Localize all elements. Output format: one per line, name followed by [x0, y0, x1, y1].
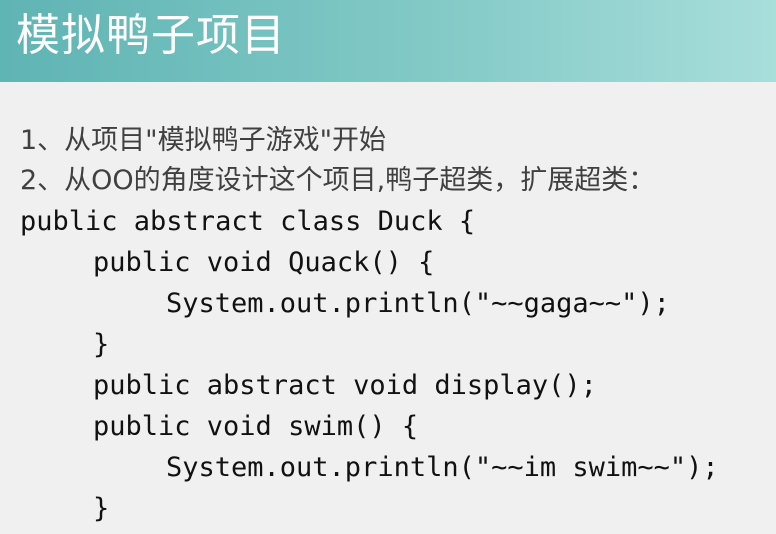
code-line: } [93, 493, 110, 524]
bullet-item: 1、从项目"模拟鸭子游戏"开始 [20, 125, 387, 156]
code-line: public void swim() { [93, 411, 419, 442]
code-block: public abstract class Duck { public void… [20, 201, 719, 529]
slide-title: 模拟鸭子项目 [16, 10, 286, 61]
code-line: public abstract class Duck { [20, 206, 476, 237]
slide: 模拟鸭子项目 1、从项目"模拟鸭子游戏"开始 2、从OO的角度设计这个项目,鸭子… [0, 0, 776, 534]
code-line: public abstract void display(); [93, 370, 597, 401]
bullet-item: 2、从OO的角度设计这个项目,鸭子超类，扩展超类： [20, 165, 656, 196]
code-line: } [93, 329, 110, 360]
code-line: System.out.println("~~im swim~~"); [166, 452, 719, 483]
title-bar: 模拟鸭子项目 [0, 0, 776, 82]
code-line: System.out.println("~~gaga~~"); [166, 288, 670, 319]
code-line: public void Quack() { [93, 247, 435, 278]
bullet-list: 1、从项目"模拟鸭子游戏"开始 2、从OO的角度设计这个项目,鸭子超类，扩展超类… [20, 121, 655, 201]
